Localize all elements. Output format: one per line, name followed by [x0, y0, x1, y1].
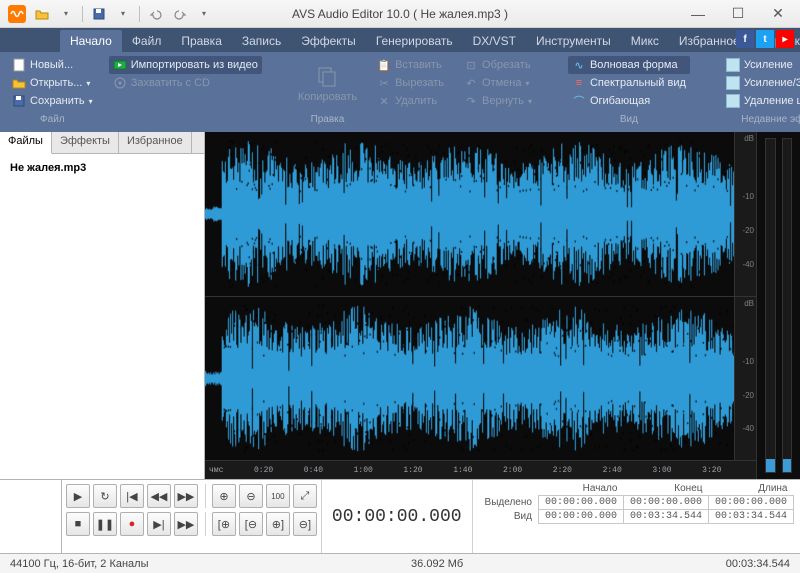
twitter-icon[interactable]: t [756, 30, 774, 48]
qat-redo-icon[interactable] [170, 4, 190, 24]
spectral-view-button[interactable]: ≡Спектральный вид [568, 74, 690, 92]
edit-group-caption: Правка [294, 114, 361, 128]
file-group-caption: Файл [8, 114, 97, 128]
pause-button[interactable]: ❚❚ [93, 512, 117, 536]
tab-effects[interactable]: Эффекты [291, 30, 366, 52]
cut-button[interactable]: ✂Вырезать [373, 74, 448, 92]
go-start-button[interactable]: |◀ [120, 484, 144, 508]
new-button[interactable]: Новый... [8, 56, 97, 74]
waveform-channel-left[interactable]: dB-10-20-40 [205, 132, 756, 297]
waveform-view-button[interactable]: ∿Волновая форма [568, 56, 690, 74]
zoom-out-button[interactable]: ⊖ [239, 484, 263, 508]
timeline[interactable]: чмс 0:20 0:40 1:00 1:20 1:40 2:00 2:20 2… [205, 461, 756, 479]
tab-tools[interactable]: Инструменты [526, 30, 621, 52]
workarea: Файлы Эффекты Избранное Не жалея.mp3 dB-… [0, 132, 800, 479]
delete-button[interactable]: ✕Удалить [373, 92, 448, 110]
tab-home[interactable]: Начало [60, 30, 122, 52]
open-button[interactable]: Открыть... ▾ [8, 74, 97, 92]
db-scale-left: dB-10-20-40 [734, 132, 756, 296]
meter-left [765, 138, 776, 473]
level-meters [756, 132, 800, 479]
copy-button[interactable]: Копировать [294, 63, 361, 105]
undo-button[interactable]: ↶Отмена ▾ [460, 74, 536, 92]
qat-customize-icon[interactable]: ▾ [194, 4, 214, 24]
status-size: 36.092 Мб [149, 558, 726, 570]
youtube-icon[interactable]: ▸ [776, 30, 794, 48]
tab-record[interactable]: Запись [232, 30, 291, 52]
lp-tab-fav[interactable]: Избранное [119, 132, 192, 153]
paste-button[interactable]: 📋Вставить [373, 56, 448, 74]
zoom-sel-button[interactable]: ⤢ [293, 484, 317, 508]
zoom-in-button[interactable]: ⊕ [212, 484, 236, 508]
transport-controls: ▶ ↻ |◀ ◀◀ ▶▶ ⊕ ⊖ 100 ⤢ ■ ❚❚ ● ▶| ▶▶ [⊕ [… [62, 480, 322, 553]
denoise-button[interactable]: Удаление шума [722, 92, 800, 110]
minimize-button[interactable]: — [684, 4, 712, 24]
view-len[interactable]: 00:03:34.544 [708, 510, 793, 524]
record-button[interactable]: ● [120, 512, 144, 536]
selection-grid: НачалоКонецДлина Выделено 00:00:00.000 0… [473, 480, 800, 553]
fade-button[interactable]: Усиление/Затухание [722, 74, 800, 92]
tab-generate[interactable]: Генерировать [366, 30, 463, 52]
envelope-view-button[interactable]: ⌒Огибающая [568, 92, 690, 110]
grab-cd-button[interactable]: Захватить с CD [109, 74, 262, 92]
crop-button[interactable]: ⊡Обрезать [460, 56, 536, 74]
sel-end[interactable]: 00:00:00.000 [623, 496, 708, 510]
sel-start[interactable]: 00:00:00.000 [538, 496, 623, 510]
play-button[interactable]: ▶ [66, 484, 90, 508]
sel-len[interactable]: 00:00:00.000 [708, 496, 793, 510]
app-logo-icon [8, 5, 26, 23]
lp-tab-effects[interactable]: Эффекты [52, 132, 119, 153]
effects-group-caption: Недавние эффекты [722, 114, 800, 128]
zoom-out-sel-button[interactable]: [⊖ [239, 512, 263, 536]
tab-dxvst[interactable]: DX/VST [463, 30, 526, 52]
zoom-out-end-button[interactable]: ⊖] [293, 512, 317, 536]
save-button[interactable]: Сохранить ▾ [8, 92, 97, 110]
next-marker-button[interactable]: ▶▶ [174, 512, 198, 536]
qat-open-icon[interactable] [32, 4, 52, 24]
waveform-area[interactable]: dB-10-20-40 dB-10-20-40 чмс 0:20 0:40 1:… [205, 132, 756, 479]
db-scale-right: dB-10-20-40 [734, 297, 756, 461]
quick-access-toolbar: ▾ ▾ ▾ [32, 4, 214, 24]
view-end[interactable]: 00:03:34.544 [623, 510, 708, 524]
file-list[interactable]: Не жалея.mp3 [0, 154, 204, 479]
amplify-button[interactable]: Усиление [722, 56, 800, 74]
loop-button[interactable]: ↻ [93, 484, 117, 508]
rewind-button[interactable]: ◀◀ [147, 484, 171, 508]
ribbon: Новый... Открыть... ▾ Сохранить ▾ Файл И… [0, 52, 800, 132]
view-start[interactable]: 00:00:00.000 [538, 510, 623, 524]
qat-save-icon[interactable] [89, 4, 109, 24]
view-group-caption: Вид [568, 114, 690, 128]
redo-button[interactable]: ↷Вернуть ▾ [460, 92, 536, 110]
tab-mix[interactable]: Микс [621, 30, 669, 52]
qat-dropdown-icon[interactable]: ▾ [56, 4, 76, 24]
zoom-in-end-button[interactable]: ⊕] [266, 512, 290, 536]
qat-undo-icon[interactable] [146, 4, 166, 24]
tab-edit[interactable]: Правка [171, 30, 232, 52]
waveform-channel-right[interactable]: dB-10-20-40 [205, 297, 756, 462]
file-item[interactable]: Не жалея.mp3 [6, 160, 198, 176]
go-end-button[interactable]: ▶| [147, 512, 171, 536]
status-bar: 44100 Гц, 16-бит, 2 Каналы 36.092 Мб 00:… [0, 553, 800, 573]
zoom-in-start-button[interactable]: [⊕ [212, 512, 236, 536]
ribbon-tabs: Начало Файл Правка Запись Эффекты Генери… [0, 28, 800, 52]
zoom-100-button[interactable]: 100 [266, 484, 290, 508]
facebook-icon[interactable]: f [736, 30, 754, 48]
ffwd-button[interactable]: ▶▶ [174, 484, 198, 508]
status-format: 44100 Гц, 16-бит, 2 Каналы [10, 558, 149, 570]
import-video-button[interactable]: Импортировать из видео [109, 56, 262, 74]
lp-tab-files[interactable]: Файлы [0, 132, 52, 154]
tab-file[interactable]: Файл [122, 30, 172, 52]
bottom-bar: ▶ ↻ |◀ ◀◀ ▶▶ ⊕ ⊖ 100 ⤢ ■ ❚❚ ● ▶| ▶▶ [⊕ [… [0, 479, 800, 553]
titlebar: ▾ ▾ ▾ AVS Audio Editor 10.0 ( Не жалея.m… [0, 0, 800, 28]
close-button[interactable]: ✕ [764, 4, 792, 24]
time-counter: 00:00:00.000 [322, 480, 473, 553]
qat-dropdown2-icon[interactable]: ▾ [113, 4, 133, 24]
status-duration: 00:03:34.544 [726, 558, 790, 570]
maximize-button[interactable]: ☐ [724, 4, 752, 24]
meter-right [782, 138, 793, 473]
stop-button[interactable]: ■ [66, 512, 90, 536]
left-panel: Файлы Эффекты Избранное Не жалея.mp3 [0, 132, 205, 479]
